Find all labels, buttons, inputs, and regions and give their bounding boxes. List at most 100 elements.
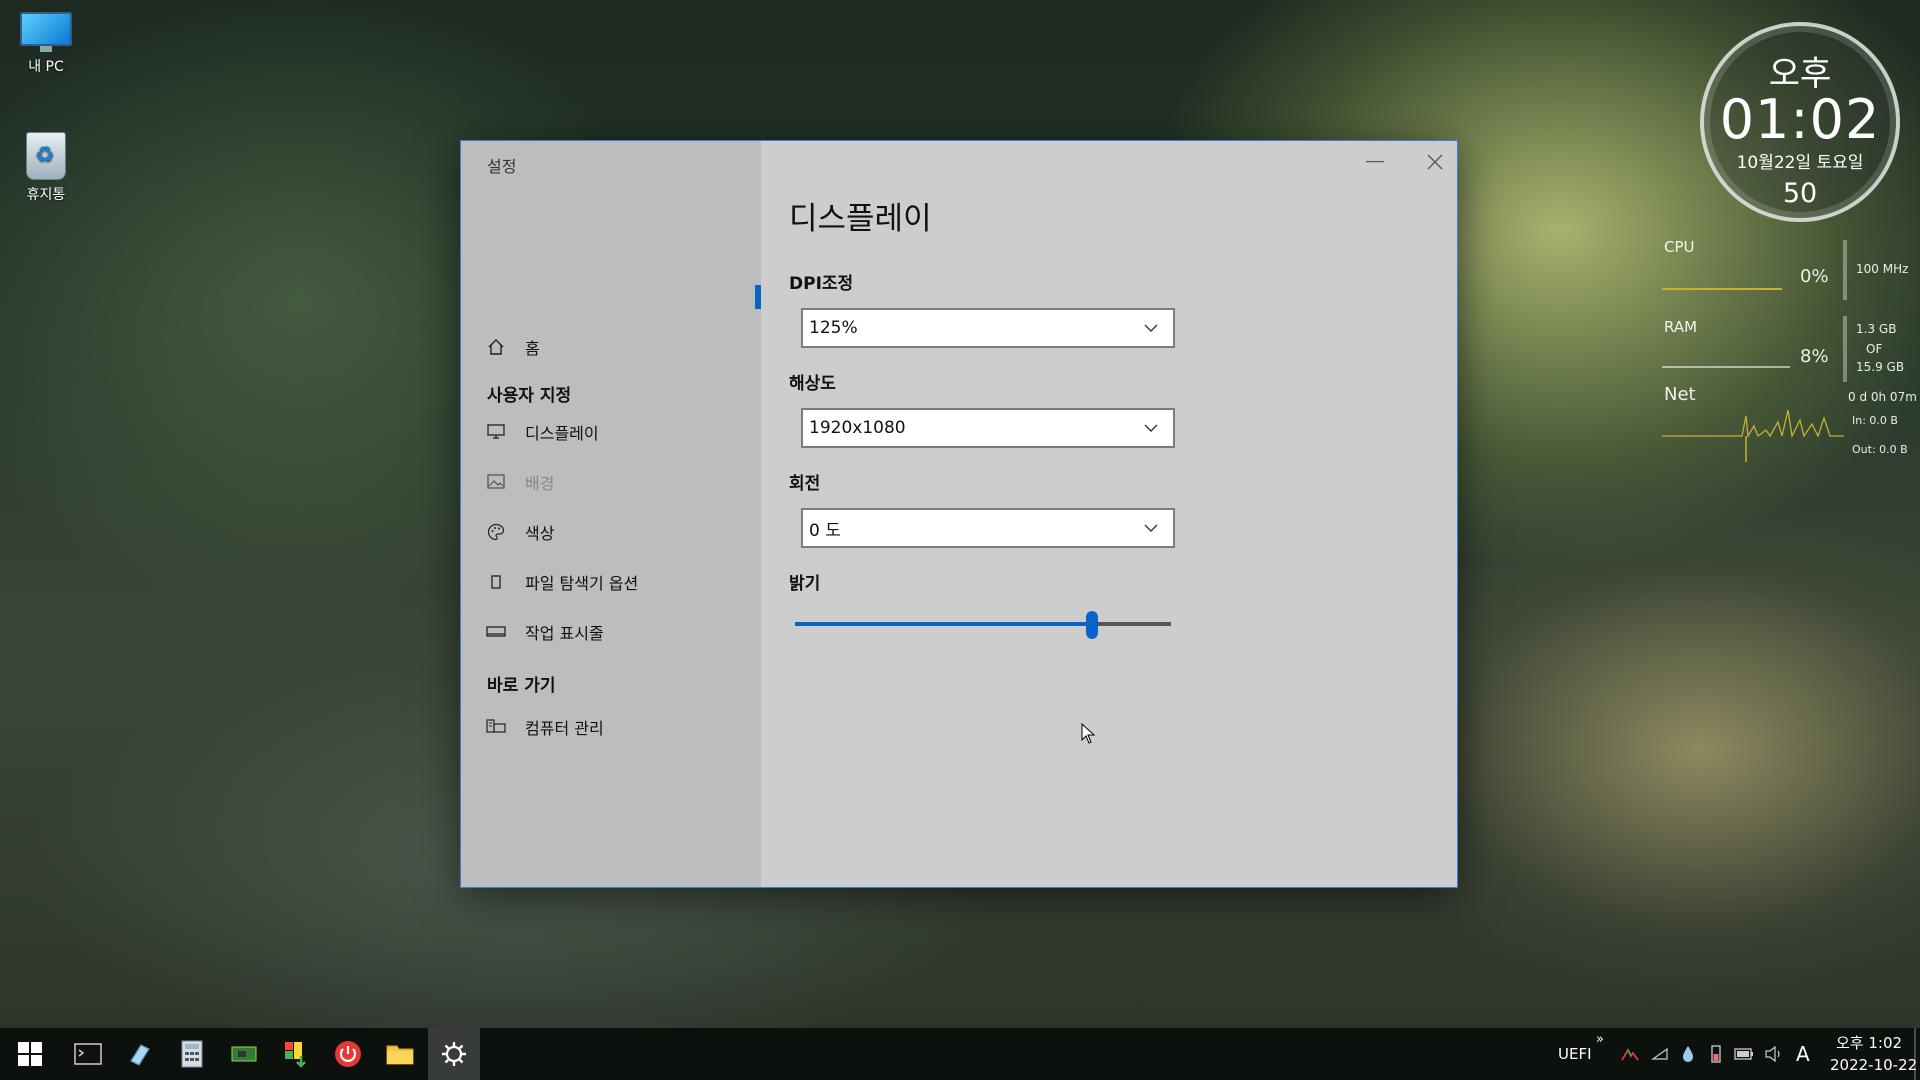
sidebar-item-label: 배경: [525, 474, 555, 493]
calculator-icon: [181, 1040, 203, 1068]
cpu-graph-line: [1662, 288, 1782, 290]
start-button[interactable]: [4, 1028, 56, 1080]
picture-icon: [485, 471, 507, 493]
sidebar-item-taskbar[interactable]: 작업 표시줄: [485, 612, 755, 652]
tray-usb[interactable]: [1706, 1044, 1726, 1064]
tray-wifi[interactable]: [1650, 1044, 1670, 1064]
tray-drop[interactable]: [1678, 1044, 1698, 1064]
clock-seconds: 50: [1782, 178, 1818, 209]
sidebar-item-file-explorer-options[interactable]: 파일 탐색기 옵션: [485, 562, 755, 602]
chevron-down-icon: [1144, 324, 1158, 332]
chevron-down-icon: [1144, 524, 1158, 532]
ram-percent: 8%: [1800, 346, 1829, 367]
network-activity-icon: [1621, 1048, 1639, 1061]
sidebar-item-display[interactable]: 디스플레이: [485, 412, 755, 452]
minimize-button[interactable]: [1351, 147, 1399, 177]
sidebar-item-background[interactable]: 배경: [485, 462, 755, 502]
eraser-icon: [130, 1044, 150, 1066]
slider-thumb[interactable]: [1086, 611, 1099, 639]
sidebar-item-computer-management[interactable]: 컴퓨터 관리: [485, 707, 755, 747]
droplet-icon: [1683, 1046, 1693, 1062]
brightness-label: 밝기: [789, 574, 821, 594]
cpu-percent: 0%: [1800, 266, 1829, 287]
dpi-label: DPI조정: [789, 274, 854, 294]
resolution-label: 해상도: [789, 374, 836, 394]
clock-date: 10월22일 토요일: [1736, 153, 1864, 173]
ram-total: 15.9 GB: [1856, 360, 1905, 374]
sidebar-item-label: 파일 탐색기 옵션: [525, 574, 639, 593]
cpu-frequency: 100 MHz: [1856, 262, 1909, 276]
terminal-icon: [74, 1043, 102, 1065]
sidebar-item-label: 색상: [525, 524, 555, 543]
sidebar-section-custom: 사용자 지정: [487, 386, 572, 406]
resolution-dropdown[interactable]: 1920x1080: [801, 408, 1175, 448]
hardware-icon: [231, 1046, 257, 1062]
sidebar-item-label: 디스플레이: [525, 424, 599, 443]
taskbar-power[interactable]: [322, 1028, 374, 1080]
monitor-icon: [20, 12, 72, 52]
tray-network-activity[interactable]: [1620, 1044, 1640, 1064]
page-title: 디스플레이: [789, 201, 932, 237]
tray-volume[interactable]: [1764, 1044, 1784, 1064]
tray-date[interactable]: 2022-10-22: [1830, 1056, 1917, 1074]
sidebar-item-label: 컴퓨터 관리: [525, 719, 604, 738]
rotation-dropdown[interactable]: 0 도: [801, 508, 1175, 548]
sidebar-item-label: 홈: [525, 339, 540, 358]
dpi-dropdown[interactable]: 125%: [801, 308, 1175, 348]
ram-used: 1.3 GB: [1856, 322, 1897, 336]
sidebar-item-home[interactable]: 홈: [485, 327, 755, 367]
taskbar-terminal[interactable]: [62, 1028, 114, 1080]
taskbar-installer[interactable]: [270, 1028, 322, 1080]
taskbar-settings[interactable]: [428, 1028, 480, 1080]
wifi-icon: [1651, 1047, 1668, 1060]
rotation-value: 0 도: [809, 520, 841, 541]
settings-window: 설정 홈 사용자 지정 디스플레이 배경 색상 파일 탐색기 옵션 작업 표시줄…: [460, 140, 1458, 888]
rotation-label: 회전: [789, 474, 821, 494]
start-icon: [18, 1042, 42, 1066]
cpu-label: CPU: [1664, 238, 1695, 256]
cpu-bar: [1843, 240, 1847, 300]
minimize-icon: [1366, 161, 1384, 163]
ram-label: RAM: [1664, 318, 1698, 336]
home-icon: [485, 336, 507, 358]
desktop-icon-this-pc[interactable]: 내 PC: [10, 12, 82, 76]
settings-sidebar: 설정 홈 사용자 지정 디스플레이 배경 색상 파일 탐색기 옵션 작업 표시줄…: [461, 141, 761, 887]
tray-uefi: UEFI: [1558, 1045, 1592, 1063]
chevron-down-icon: [1144, 424, 1158, 432]
computer-management-icon: [485, 716, 507, 738]
clock-gadget: 오후 01:02 10월22일 토요일 50: [1700, 22, 1900, 222]
recycle-bin-icon: [26, 132, 66, 180]
power-icon: [335, 1041, 361, 1067]
palette-icon: [485, 521, 507, 543]
sidebar-section-shortcuts: 바로 가기: [487, 676, 556, 696]
close-icon: [1427, 154, 1443, 170]
show-desktop-button[interactable]: [1914, 1028, 1916, 1080]
taskbar-hardware[interactable]: [218, 1028, 270, 1080]
file-icon: [485, 571, 507, 593]
tray-time[interactable]: 오후 1:02: [1836, 1032, 1902, 1053]
taskbar-file-explorer[interactable]: [374, 1028, 426, 1080]
close-button[interactable]: [1411, 147, 1459, 177]
tray-battery[interactable]: [1734, 1044, 1754, 1064]
tray-overflow-button[interactable]: »: [1596, 1032, 1604, 1047]
taskbar-eraser[interactable]: [114, 1028, 166, 1080]
ram-bar: [1843, 316, 1847, 382]
resolution-value: 1920x1080: [809, 418, 906, 438]
sidebar-item-color[interactable]: 색상: [485, 512, 755, 552]
net-graph: [1662, 409, 1844, 462]
tray-ime-indicator[interactable]: A: [1796, 1042, 1810, 1066]
desktop-icon-label: 휴지통: [26, 187, 66, 203]
settings-icon: [442, 1042, 466, 1066]
uptime: 0 d 0h 07m: [1848, 390, 1917, 404]
mouse-cursor-icon: [1081, 723, 1096, 744]
taskbar-calculator[interactable]: [166, 1028, 218, 1080]
slider-fill: [795, 622, 1093, 626]
net-out: Out: 0.0 B: [1852, 443, 1908, 456]
battery-icon: [1734, 1048, 1753, 1060]
desktop-icon-recycle-bin[interactable]: 휴지통: [10, 132, 82, 204]
usb-drive-icon: [1711, 1045, 1721, 1063]
taskbar-icon: [485, 621, 507, 643]
net-in: In: 0.0 B: [1852, 414, 1898, 427]
speaker-icon: [1765, 1046, 1780, 1062]
brightness-slider[interactable]: [795, 607, 1171, 641]
